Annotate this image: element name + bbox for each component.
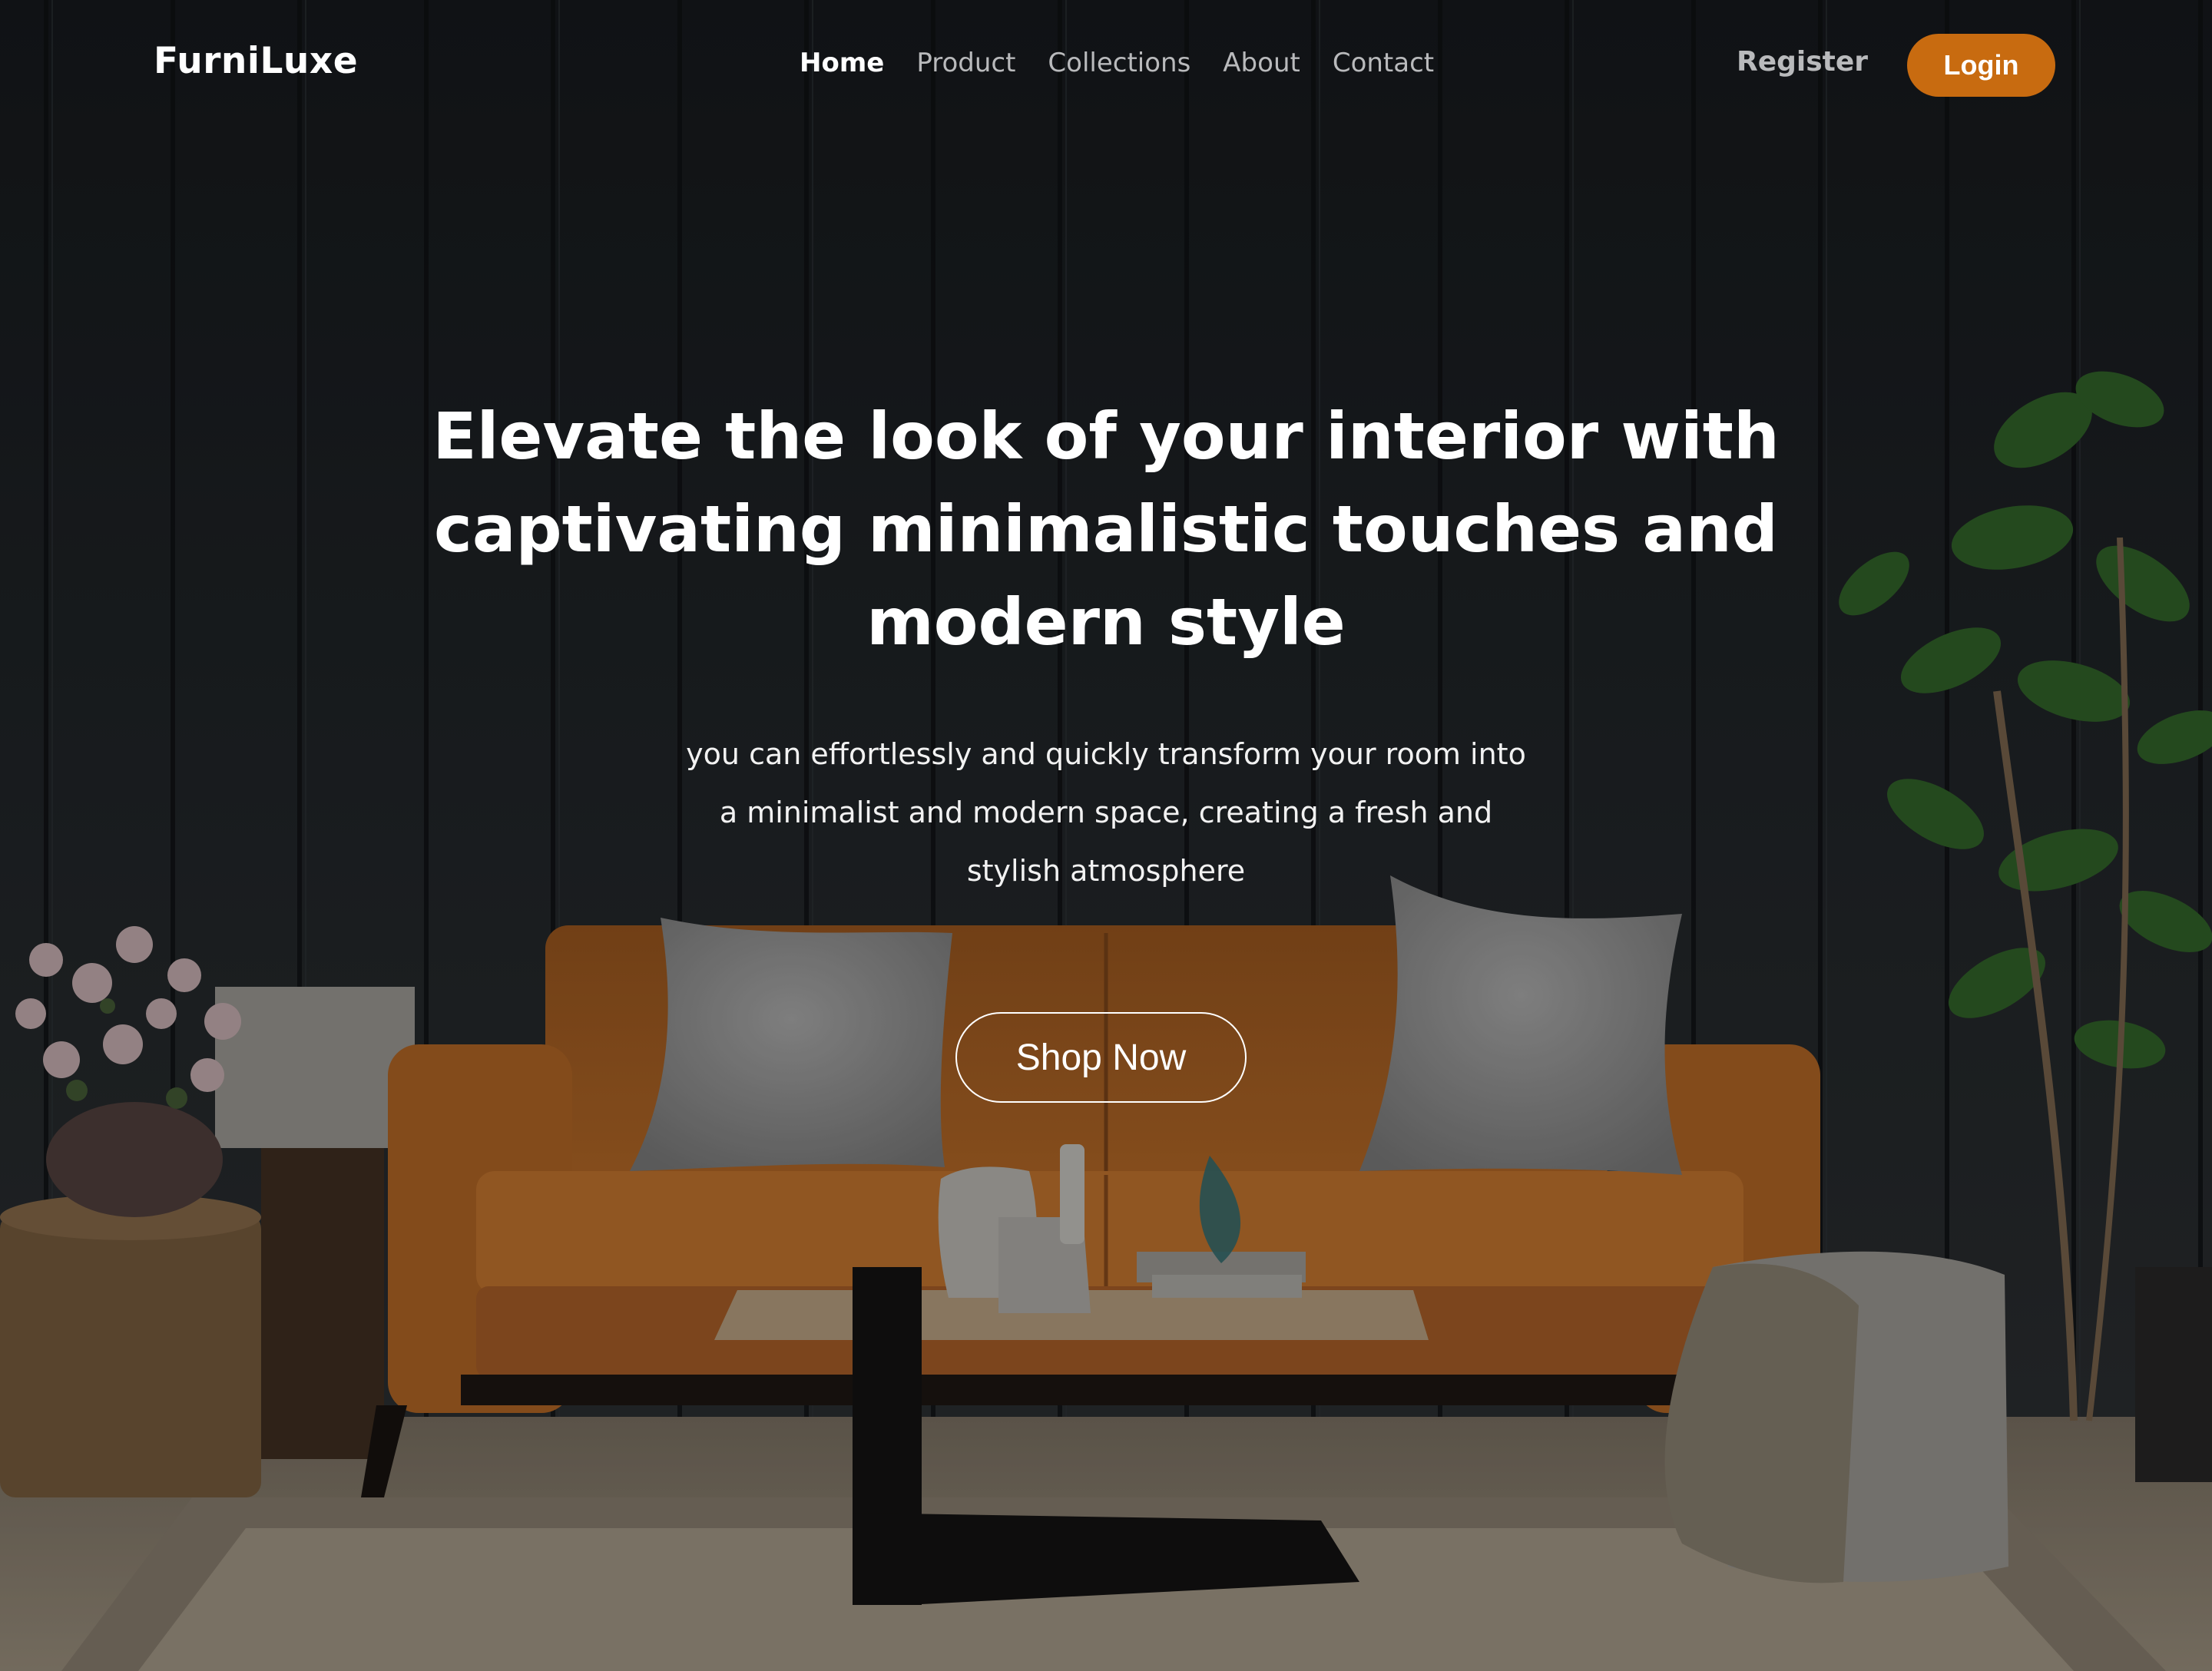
nav-link-product[interactable]: Product: [916, 48, 1015, 78]
navbar: FurniLuxe Home Product Collections About…: [0, 0, 2212, 134]
brand-logo[interactable]: FurniLuxe: [154, 40, 358, 82]
login-button[interactable]: Login: [1907, 34, 2055, 97]
register-link[interactable]: Register: [1737, 46, 1868, 78]
nav-link-about[interactable]: About: [1223, 48, 1300, 78]
hero-headline: Elevate the look of your interior with c…: [432, 399, 1780, 660]
nav-link-collections[interactable]: Collections: [1048, 48, 1190, 78]
nav-link-home[interactable]: Home: [800, 48, 884, 78]
nav-link-contact[interactable]: Contact: [1333, 48, 1434, 78]
hero-subtext: you can effortlessly and quickly transfo…: [686, 737, 1526, 888]
primary-nav: Home Product Collections About Contact: [800, 48, 1434, 78]
shop-now-button[interactable]: Shop Now: [955, 1012, 1247, 1103]
